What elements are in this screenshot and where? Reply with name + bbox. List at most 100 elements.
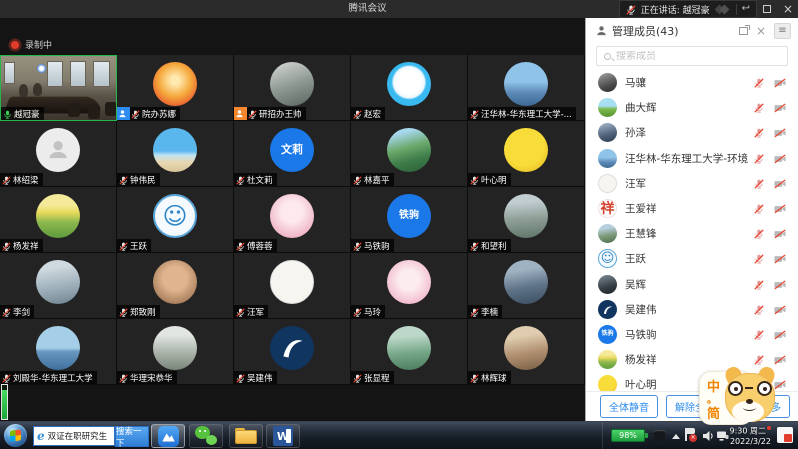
video-tile[interactable]: 汪华林-华东理工大学-... [468, 55, 585, 121]
camera-off-icon[interactable] [774, 199, 786, 218]
participant-name: 叶心明 [481, 174, 507, 186]
camera-off-icon[interactable] [774, 224, 786, 243]
member-row[interactable]: ☺王跃 [586, 246, 798, 271]
participant-name: 傅蓉蓉 [247, 240, 273, 252]
participant-avatar [598, 300, 617, 319]
video-tile[interactable]: ☺王跃 [117, 187, 234, 253]
tile-name-bar: 林嘉平 [351, 173, 394, 186]
camera-off-icon[interactable] [774, 98, 786, 117]
start-button[interactable] [4, 424, 27, 447]
video-tile[interactable]: 傅蓉蓉 [234, 187, 351, 253]
participant-name: 马玲 [364, 306, 381, 318]
power-plug-icon[interactable] [653, 430, 666, 441]
taskbar-clock[interactable]: 9:30 周二 2022/3/22 [721, 426, 771, 447]
video-tile[interactable]: 赵宏 [351, 55, 468, 121]
video-tile[interactable]: 汪军 [234, 253, 351, 319]
taskbar-search-box[interactable]: e 双证在职研究生 [33, 426, 115, 446]
video-tile[interactable]: 林嘉平 [351, 121, 468, 187]
camera-off-icon[interactable] [774, 149, 786, 168]
mic-muted-icon [470, 104, 481, 121]
video-tile[interactable]: 越冠豪 [0, 55, 117, 121]
video-tile[interactable]: 林绍梁 [0, 121, 117, 187]
video-tile[interactable]: 和望利 [468, 187, 585, 253]
mic-muted-icon[interactable] [754, 300, 764, 319]
video-tile[interactable]: 叶心明 [468, 121, 585, 187]
panel-menu-icon[interactable]: ≡ [774, 23, 791, 39]
member-row[interactable]: 汪华林-华东理工大学-环境工程 [586, 146, 798, 171]
member-row[interactable]: 吴建伟 [586, 297, 798, 322]
member-row[interactable]: 汪军 [586, 171, 798, 196]
camera-off-icon[interactable] [774, 325, 786, 344]
taskbar-item-word[interactable]: W [266, 424, 300, 448]
member-row[interactable]: 铁驹马铁驹 [586, 322, 798, 347]
video-tile[interactable]: 郑致刚 [117, 253, 234, 319]
camera-off-icon[interactable] [774, 174, 786, 193]
camera-off-icon[interactable] [774, 300, 786, 319]
search-input[interactable] [616, 51, 780, 62]
tray-app-icon[interactable] [777, 427, 793, 443]
taskbar-item-wechat[interactable] [189, 424, 223, 448]
video-tile[interactable]: 吴建伟 [234, 319, 351, 385]
video-tile[interactable]: 文莉杜文莉 [234, 121, 351, 187]
video-tile[interactable]: 钟伟民 [117, 121, 234, 187]
member-row[interactable]: 王慧锋 [586, 221, 798, 246]
battery-indicator[interactable]: 98% [611, 429, 645, 442]
tile-name-bar: 傅蓉蓉 [234, 239, 277, 252]
mic-muted-icon[interactable] [754, 224, 764, 243]
hidden-icons-chevron[interactable] [672, 434, 680, 439]
ime-simplified: 简 [707, 403, 720, 422]
mic-muted-icon[interactable] [754, 98, 764, 117]
camera-off-icon[interactable] [774, 249, 786, 268]
participant-avatar: 铁驹 [387, 194, 431, 238]
popout-panel-icon[interactable] [739, 27, 748, 35]
member-row[interactable]: 马骧 [586, 70, 798, 95]
mic-muted-icon[interactable] [754, 325, 764, 344]
tile-name-bar: 林辉球 [468, 371, 511, 384]
camera-off-icon[interactable] [774, 123, 786, 142]
video-tile[interactable]: 林辉球 [468, 319, 585, 385]
camera-off-icon[interactable] [774, 73, 786, 92]
video-tile[interactable]: 院办苏娜 [117, 55, 234, 121]
mute-all-button[interactable]: 全体静音 [600, 395, 658, 418]
video-tile[interactable]: 铁驹马铁驹 [351, 187, 468, 253]
ime-dog-widget[interactable]: 中 。 简 [699, 366, 777, 428]
mic-muted-icon [119, 236, 130, 253]
mic-muted-icon[interactable] [754, 149, 764, 168]
mic-muted-icon[interactable] [754, 73, 764, 92]
taskbar-search-button[interactable]: 搜索一下 [115, 426, 149, 447]
participant-avatar [153, 326, 197, 370]
close-window-button[interactable]: × [778, 0, 798, 18]
video-tile[interactable]: 杨发祥 [0, 187, 117, 253]
speaker-icon[interactable] [702, 430, 714, 442]
participant-avatar [598, 224, 617, 243]
restore-window-button[interactable] [757, 0, 777, 18]
participant-avatar [270, 326, 314, 370]
member-search-box[interactable] [596, 46, 788, 66]
member-row[interactable]: 孙泽 [586, 120, 798, 145]
video-tile[interactable]: 研招办王帅 [234, 55, 351, 121]
member-name: 王慧锋 [625, 226, 748, 241]
mic-muted-icon[interactable] [754, 275, 764, 294]
word-icon: W [273, 426, 293, 446]
video-tile[interactable]: 华理宋恭华 [117, 319, 234, 385]
video-tile[interactable]: 李剑 [0, 253, 117, 319]
participant-avatar [504, 62, 548, 106]
member-row[interactable]: 曲大辉 [586, 95, 798, 120]
close-panel-icon[interactable]: × [756, 25, 766, 37]
mic-muted-icon[interactable] [754, 123, 764, 142]
return-arrow-icon[interactable]: ↩ [742, 4, 750, 14]
taskbar-item-explorer[interactable] [229, 424, 263, 448]
mic-muted-icon[interactable] [754, 199, 764, 218]
video-tile[interactable]: 刘殿华-华东理工大学 [0, 319, 117, 385]
video-tile[interactable]: 李楠 [468, 253, 585, 319]
mic-muted-icon [236, 368, 247, 385]
mic-muted-icon[interactable] [754, 174, 764, 193]
video-tile[interactable]: 张显程 [351, 319, 468, 385]
mic-muted-icon[interactable] [754, 249, 764, 268]
member-row[interactable]: 祥王爱祥 [586, 196, 798, 221]
camera-off-icon[interactable] [774, 275, 786, 294]
taskbar-item-meeting[interactable] [151, 424, 185, 448]
action-center-flag-icon[interactable]: × [685, 428, 696, 441]
video-tile[interactable]: 马玲 [351, 253, 468, 319]
member-row[interactable]: 吴辉 [586, 272, 798, 297]
